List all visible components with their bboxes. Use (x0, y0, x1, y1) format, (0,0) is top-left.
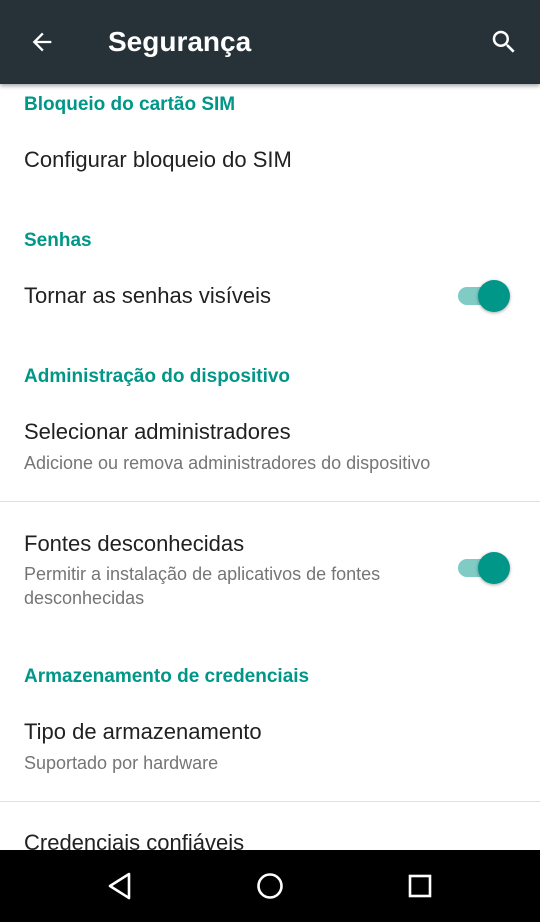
pref-title: Credenciais confiáveis (24, 830, 245, 850)
circle-home-icon (257, 873, 283, 899)
show-passwords-switch[interactable] (452, 276, 514, 316)
pref-trusted-credentials[interactable]: Credenciais confiáveis (0, 802, 540, 850)
category-credential-storage: Armazenamento de credenciais (24, 666, 310, 687)
square-recents-icon (408, 874, 432, 898)
nav-back-button[interactable] (96, 862, 144, 910)
pref-show-passwords[interactable]: Tornar as senhas visíveis (0, 256, 540, 336)
pref-summary: Adicione ou remova administradores do di… (24, 453, 431, 473)
triangle-back-icon (108, 872, 131, 900)
pref-select-admins[interactable]: Selecionar administradores Adicione ou r… (0, 396, 540, 500)
arrow-left-icon (32, 32, 52, 52)
pref-title: Configurar bloqueio do SIM (24, 147, 292, 172)
settings-list: Bloqueio do cartão SIM Configurar bloque… (0, 84, 540, 850)
pref-title: Tornar as senhas visíveis (24, 283, 271, 308)
unknown-sources-switch[interactable] (452, 548, 514, 588)
pref-title: Fontes desconhecidas (24, 531, 245, 556)
pref-summary: Permitir a instalação de aplicativos de … (24, 564, 381, 608)
switch-thumb (478, 552, 510, 584)
pref-storage-type[interactable]: Tipo de armazenamento Suportado por hard… (0, 696, 540, 800)
pref-configure-sim-lock[interactable]: Configurar bloqueio do SIM (0, 120, 540, 200)
search-icon (492, 30, 515, 53)
page-title: Segurança (108, 26, 252, 57)
back-button[interactable] (18, 18, 66, 66)
nav-recents-button[interactable] (396, 862, 444, 910)
search-button[interactable] (480, 18, 528, 66)
toolbar: Segurança (0, 0, 540, 84)
pref-title: Tipo de armazenamento (24, 719, 262, 744)
category-device-admin: Administração do dispositivo (24, 366, 291, 387)
switch-thumb (478, 280, 510, 312)
navigation-bar (0, 850, 540, 922)
category-sim-lock: Bloqueio do cartão SIM (24, 94, 236, 115)
pref-summary: Suportado por hardware (24, 753, 219, 773)
security-settings-screen: Segurança Bloqueio do cartão SIM Configu… (0, 0, 540, 922)
nav-home-button[interactable] (246, 862, 294, 910)
category-passwords: Senhas (24, 230, 92, 251)
pref-title: Selecionar administradores (24, 419, 291, 444)
pref-unknown-sources[interactable]: Fontes desconhecidas Permitir a instalaç… (0, 502, 540, 642)
